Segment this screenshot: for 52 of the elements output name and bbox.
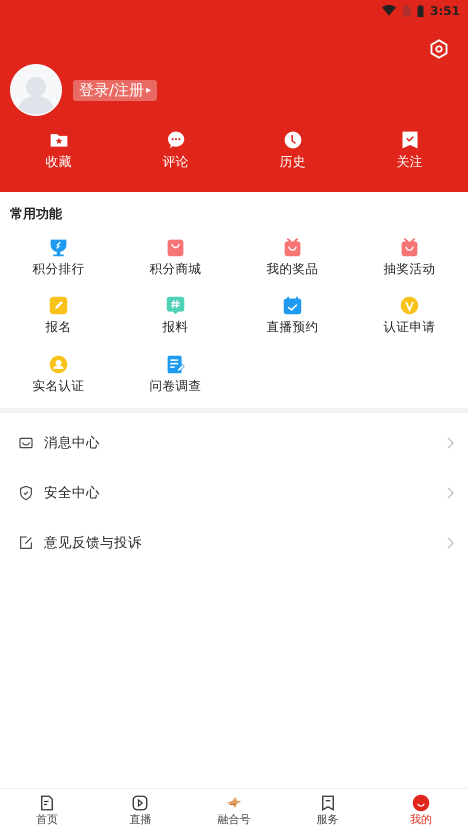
function-label[interactable]: 认证申请 [384,318,436,337]
play-icon [131,794,150,812]
tab-item[interactable]: 融合号 [187,794,281,828]
function-label[interactable]: 我的奖品 [266,260,318,278]
bookmark-check-icon[interactable] [400,130,420,150]
chevron-right-icon [447,486,454,499]
function-label[interactable]: 积分排行 [32,260,84,278]
menu-label: 安全中心 [44,484,101,503]
avatar[interactable] [10,64,62,116]
menu-item[interactable]: 消息中心 [0,418,468,468]
shortcut-label[interactable]: 评论 [162,153,188,172]
tab-item[interactable]: 直播 [94,794,188,828]
edit-icon [18,534,34,551]
function-label[interactable]: 抽奖活动 [384,260,436,278]
no-sim-icon [402,5,412,17]
clock-icon[interactable] [282,130,302,150]
tab-item[interactable]: 首页 [0,794,94,828]
shortcut-label[interactable]: 历史 [280,153,306,172]
gift-icon[interactable] [282,236,303,258]
pencil-icon[interactable] [48,295,69,316]
shopping-bag-icon[interactable] [165,236,186,258]
shortcut-label[interactable]: 关注 [396,153,422,172]
chevron-right-icon [447,436,454,449]
function-label[interactable]: 积分商城 [150,260,202,278]
chat-bubble-icon[interactable] [166,130,186,150]
v-badge-icon[interactable] [399,295,420,316]
tab-item[interactable]: 服务 [280,794,374,828]
menu-label: 消息中心 [44,434,101,453]
gift-icon[interactable] [399,236,420,258]
chevron-right-icon [447,536,454,549]
battery-icon [417,5,424,17]
function-label[interactable]: 直播预约 [266,318,318,337]
document-edit-icon[interactable] [165,354,186,375]
function-label[interactable]: 问卷调查 [150,377,202,396]
person-icon[interactable] [48,354,69,375]
shortcut-label[interactable]: 收藏 [46,153,72,172]
trophy-icon[interactable] [48,236,69,258]
section-title: 常用功能 [10,206,63,224]
calendar-icon[interactable] [282,295,303,316]
tab-item[interactable]: 我的 [374,794,468,828]
menu-label: 意见反馈与投诉 [44,534,143,553]
menu-item[interactable]: 安全中心 [0,468,468,518]
function-label[interactable]: 报名 [46,318,72,337]
hashtag-icon[interactable] [165,295,186,316]
smile-icon [412,794,430,812]
function-label[interactable]: 报料 [162,318,188,337]
menu-item[interactable]: 意见反馈与投诉 [0,518,468,568]
settings-icon[interactable] [428,38,450,60]
status-time: 3:51 [430,3,460,20]
shield-icon [18,484,34,501]
wifi-icon [382,5,396,17]
function-label[interactable]: 实名认证 [32,377,84,396]
